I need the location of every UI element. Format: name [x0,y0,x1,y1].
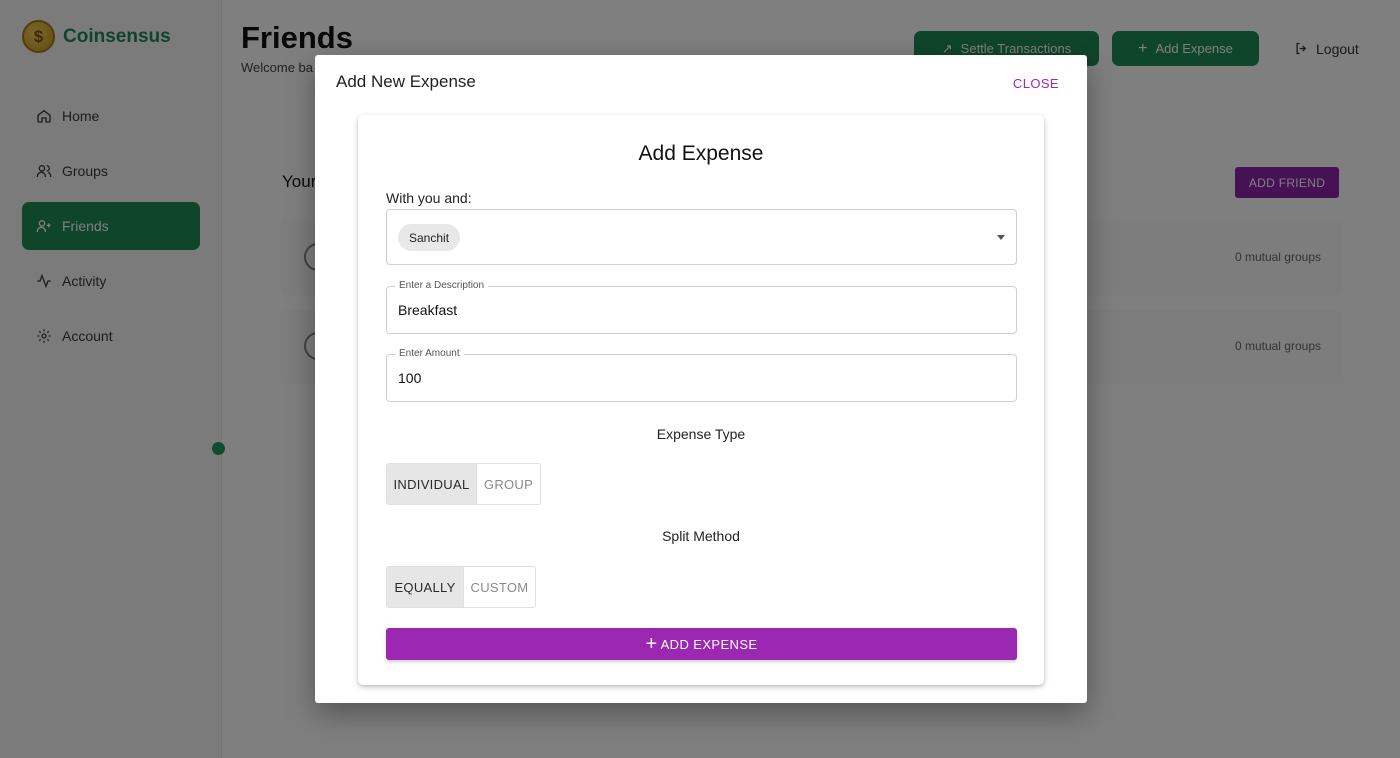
expense-form-card: Add Expense With you and: Sanchit Enter … [358,115,1044,685]
toggle-custom[interactable]: CUSTOM [463,567,535,607]
plus-icon: + [645,633,658,655]
expense-type-label: Expense Type [656,426,746,442]
add-expense-label: ADD EXPENSE [660,636,758,652]
expense-type-toggle: INDIVIDUAL GROUP [386,463,541,505]
amount-input[interactable]: 100 [398,370,421,386]
toggle-individual[interactable]: INDIVIDUAL [387,464,476,504]
split-method-toggle: EQUALLY CUSTOM [386,566,536,608]
dialog-title: Add New Expense [336,72,476,91]
add-expense-button[interactable]: + ADD EXPENSE [386,628,1017,660]
description-field[interactable]: Enter a Description Breakfast [386,280,1017,334]
toggle-group[interactable]: GROUP [476,464,540,504]
friend-select[interactable]: Sanchit [386,209,1017,265]
friend-chip[interactable]: Sanchit [398,224,461,251]
description-input[interactable]: Breakfast [398,302,457,318]
chevron-down-icon[interactable] [997,235,1005,240]
form-title: Add Expense [638,142,764,165]
with-label: With you and: [386,190,472,206]
toggle-equally[interactable]: EQUALLY [387,567,463,607]
add-expense-dialog: Add New Expense CLOSE Add Expense With y… [315,55,1087,703]
description-label: Enter a Description [395,280,489,291]
split-method-label: Split Method [662,528,740,544]
amount-label: Enter Amount [395,348,464,359]
close-button[interactable]: CLOSE [1013,76,1059,91]
amount-field[interactable]: Enter Amount 100 [386,348,1017,402]
